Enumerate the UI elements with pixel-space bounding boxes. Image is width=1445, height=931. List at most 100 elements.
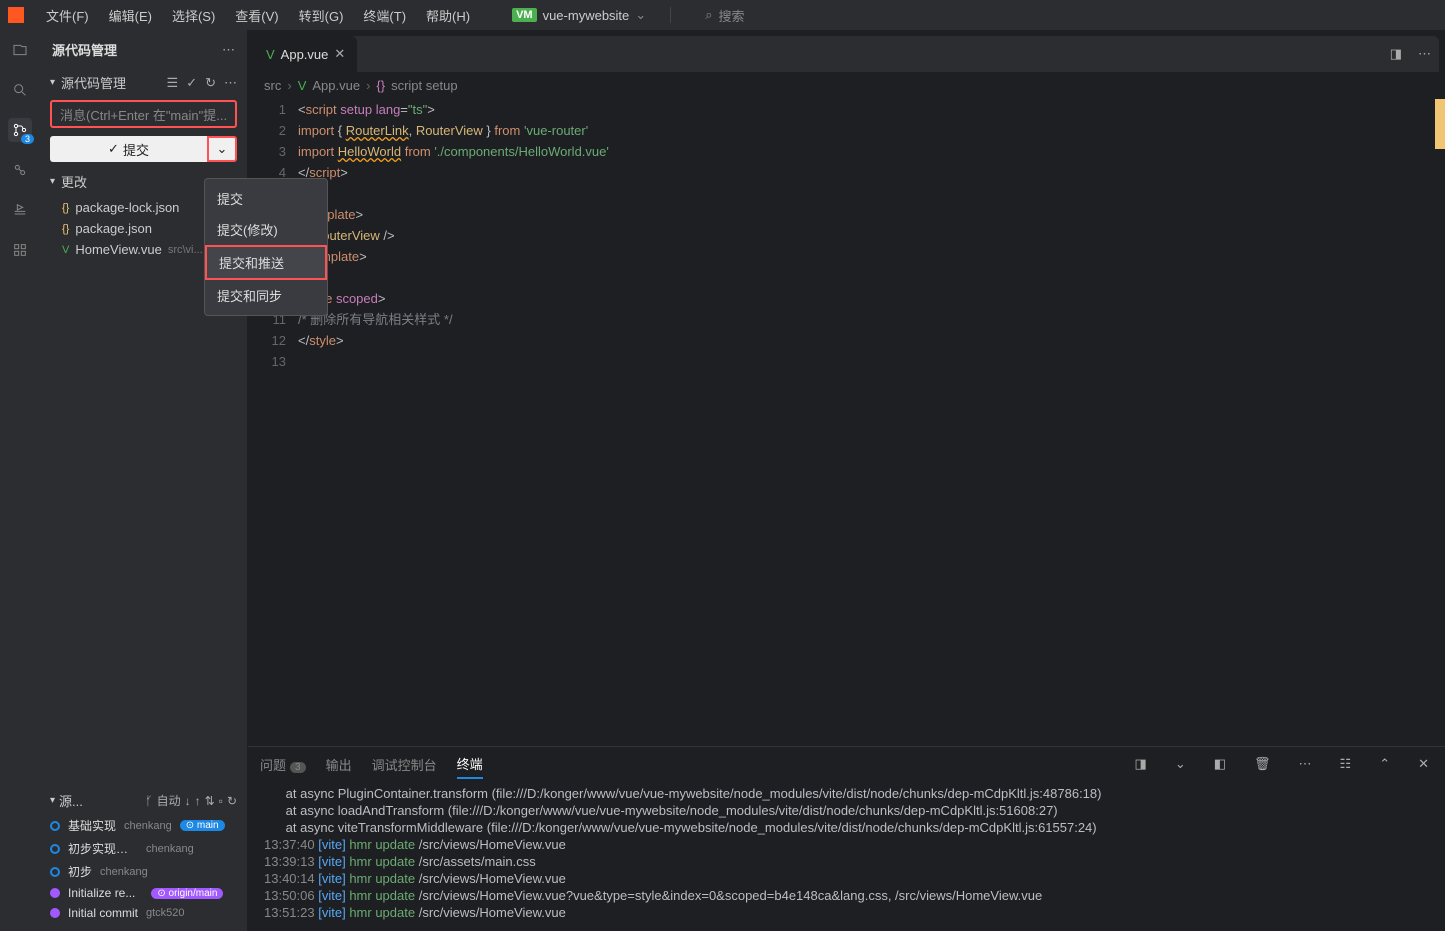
dropdown-item[interactable]: 提交 <box>205 183 327 214</box>
branch-icon[interactable]: ᚶ <box>145 794 152 808</box>
chevron-down-icon[interactable]: ▾ <box>50 176 55 187</box>
file-name: HomeView.vue <box>75 242 161 257</box>
commit-dot <box>50 844 60 854</box>
editor-area: V App.vue ✕ ◨ ⋯ src› V App.vue› {} scrip… <box>248 30 1445 931</box>
auto-label[interactable]: 自动 <box>157 792 181 809</box>
sidebar: 源代码管理 ⋯ ▾ 源代码管理 ☰ ✓ ↻ ⋯ 消息(Ctrl+Enter 在"… <box>40 30 248 931</box>
commit-message: Initial commit <box>68 906 138 920</box>
tab-output[interactable]: 输出 <box>326 751 352 778</box>
close-icon[interactable]: ✕ <box>1414 756 1433 772</box>
vue-icon: V <box>298 78 307 93</box>
split-panel-icon[interactable]: ◨ <box>1131 756 1151 772</box>
menu-edit[interactable]: 编辑(E) <box>101 4 160 27</box>
tab-problems[interactable]: 问题3 <box>260 751 306 778</box>
commit-item[interactable]: 基础实现 chenkang ⊙ main <box>48 814 239 837</box>
dropdown-item[interactable]: 提交和推送 <box>205 245 327 280</box>
check-icon: ✓ <box>108 141 119 157</box>
code-editor[interactable]: 12345678910111213 <script setup lang="ts… <box>248 99 1445 746</box>
pull-icon[interactable]: ↓ <box>185 794 191 808</box>
push-icon[interactable]: ↑ <box>195 794 201 808</box>
sidebar-more-icon[interactable]: ⋯ <box>222 42 235 58</box>
more-icon[interactable]: ⋯ <box>224 75 237 91</box>
chevron-down-icon[interactable]: ⌄ <box>1171 756 1190 772</box>
graph-title: 源... <box>59 791 83 810</box>
sidebar-title: 源代码管理 <box>52 40 117 59</box>
commit-item[interactable]: 初步实现名片页 chenkang <box>48 837 239 860</box>
tab-app-vue[interactable]: V App.vue ✕ <box>254 36 357 72</box>
more-icon[interactable] <box>8 238 32 262</box>
commit-author: chenkang <box>124 820 172 832</box>
git-graph: ▾ 源... ᚶ 自动 ↓ ↑ ⇅ ▫ ↻ 基础实现 chenkang ⊙ main… <box>40 779 247 931</box>
dropdown-item[interactable]: 提交(修改) <box>205 214 327 245</box>
tab-label: App.vue <box>281 47 329 62</box>
layout-icon[interactable]: ◧ <box>1210 756 1230 772</box>
commit-item[interactable]: 初步chenkang <box>48 860 239 883</box>
menu-select[interactable]: 选择(S) <box>164 4 223 27</box>
project-selector[interactable]: VM vue-mywebsite ⌄ <box>512 7 646 23</box>
check-icon[interactable]: ✓ <box>186 75 197 91</box>
changes-label: 更改 <box>61 172 87 191</box>
fetch-icon[interactable]: ⇅ <box>205 794 215 808</box>
branch-tag: ⊙ origin/main <box>151 888 223 899</box>
more-icon[interactable]: ⋯ <box>1295 756 1316 772</box>
commit-message: 基础实现 <box>68 817 116 834</box>
commit-author: gtck520 <box>146 907 185 919</box>
refresh-icon[interactable]: ↻ <box>205 75 216 91</box>
activity-bar: 3 <box>0 30 40 931</box>
commit-button[interactable]: ✓提交 <box>50 136 207 162</box>
commit-message: Initialize re... <box>68 886 135 900</box>
more-icon[interactable]: ⋯ <box>1410 46 1439 62</box>
refresh-icon[interactable]: ↻ <box>227 794 237 808</box>
editor-tabs: V App.vue ✕ ◨ ⋯ <box>254 36 1439 72</box>
search-activity-icon[interactable] <box>8 78 32 102</box>
breadcrumb[interactable]: src› V App.vue› {} script setup <box>248 72 1445 99</box>
chevron-down-icon[interactable]: ▾ <box>50 77 55 88</box>
menubar: 文件(F) 编辑(E) 选择(S) 查看(V) 转到(G) 终端(T) 帮助(H… <box>0 0 1445 30</box>
terminal-output[interactable]: at async PluginContainer.transform (file… <box>248 781 1445 931</box>
chevron-down-icon: ⌄ <box>217 141 228 157</box>
close-icon[interactable]: ✕ <box>334 46 345 62</box>
menu-goto[interactable]: 转到(G) <box>291 4 352 27</box>
tab-debug-console[interactable]: 调试控制台 <box>372 751 437 778</box>
commit-dropdown-menu: 提交提交(修改)提交和推送提交和同步 <box>204 178 328 316</box>
debug-icon[interactable] <box>8 198 32 222</box>
tab-terminal[interactable]: 终端 <box>457 750 483 779</box>
chevron-up-icon[interactable]: ⌃ <box>1375 756 1394 772</box>
tree-view-icon[interactable]: ☰ <box>167 75 179 91</box>
source-control-icon[interactable]: 3 <box>8 118 32 142</box>
project-badge: VM <box>512 8 537 22</box>
explorer-icon[interactable] <box>8 38 32 62</box>
menu-view[interactable]: 查看(V) <box>227 4 286 27</box>
split-icon[interactable]: ◨ <box>1382 46 1410 62</box>
vue-icon: V <box>266 47 275 62</box>
search-placeholder: 搜索 <box>718 6 744 25</box>
file-icon: {} <box>62 223 69 235</box>
extensions-icon[interactable] <box>8 158 32 182</box>
file-icon: V <box>62 244 69 256</box>
menu-file[interactable]: 文件(F) <box>38 4 97 27</box>
save-icon[interactable]: ▫ <box>219 794 223 808</box>
commit-item[interactable]: Initialize re... ⊙ origin/main <box>48 883 239 903</box>
commit-message: 初步 <box>68 863 92 880</box>
commit-dropdown-button[interactable]: ⌄ <box>207 136 237 162</box>
dropdown-item[interactable]: 提交和同步 <box>205 280 327 311</box>
commit-author: chenkang <box>146 843 194 855</box>
commit-item[interactable]: Initial commit gtck520 <box>48 903 239 923</box>
commit-dot <box>50 888 60 898</box>
file-name: package-lock.json <box>75 200 179 215</box>
brackets-icon: {} <box>376 78 385 93</box>
app-logo[interactable] <box>8 7 24 23</box>
menu-help[interactable]: 帮助(H) <box>418 4 478 27</box>
commit-message: 初步实现名片页 <box>68 840 138 857</box>
menu-terminal[interactable]: 终端(T) <box>355 4 414 27</box>
branch-tag: ⊙ main <box>180 820 225 831</box>
overview-ruler <box>1435 99 1445 149</box>
commit-dot <box>50 908 60 918</box>
commit-message-input[interactable]: 消息(Ctrl+Enter 在"main"提... <box>50 100 237 128</box>
file-name: package.json <box>75 221 152 236</box>
trash-icon[interactable]: 🗑 <box>1250 756 1275 772</box>
chevron-down-icon[interactable]: ▾ <box>50 795 55 806</box>
filter-icon[interactable]: ☷ <box>1336 756 1356 772</box>
chevron-down-icon: ⌄ <box>635 7 646 23</box>
search-box[interactable]: ⌕ 搜索 <box>705 6 744 25</box>
